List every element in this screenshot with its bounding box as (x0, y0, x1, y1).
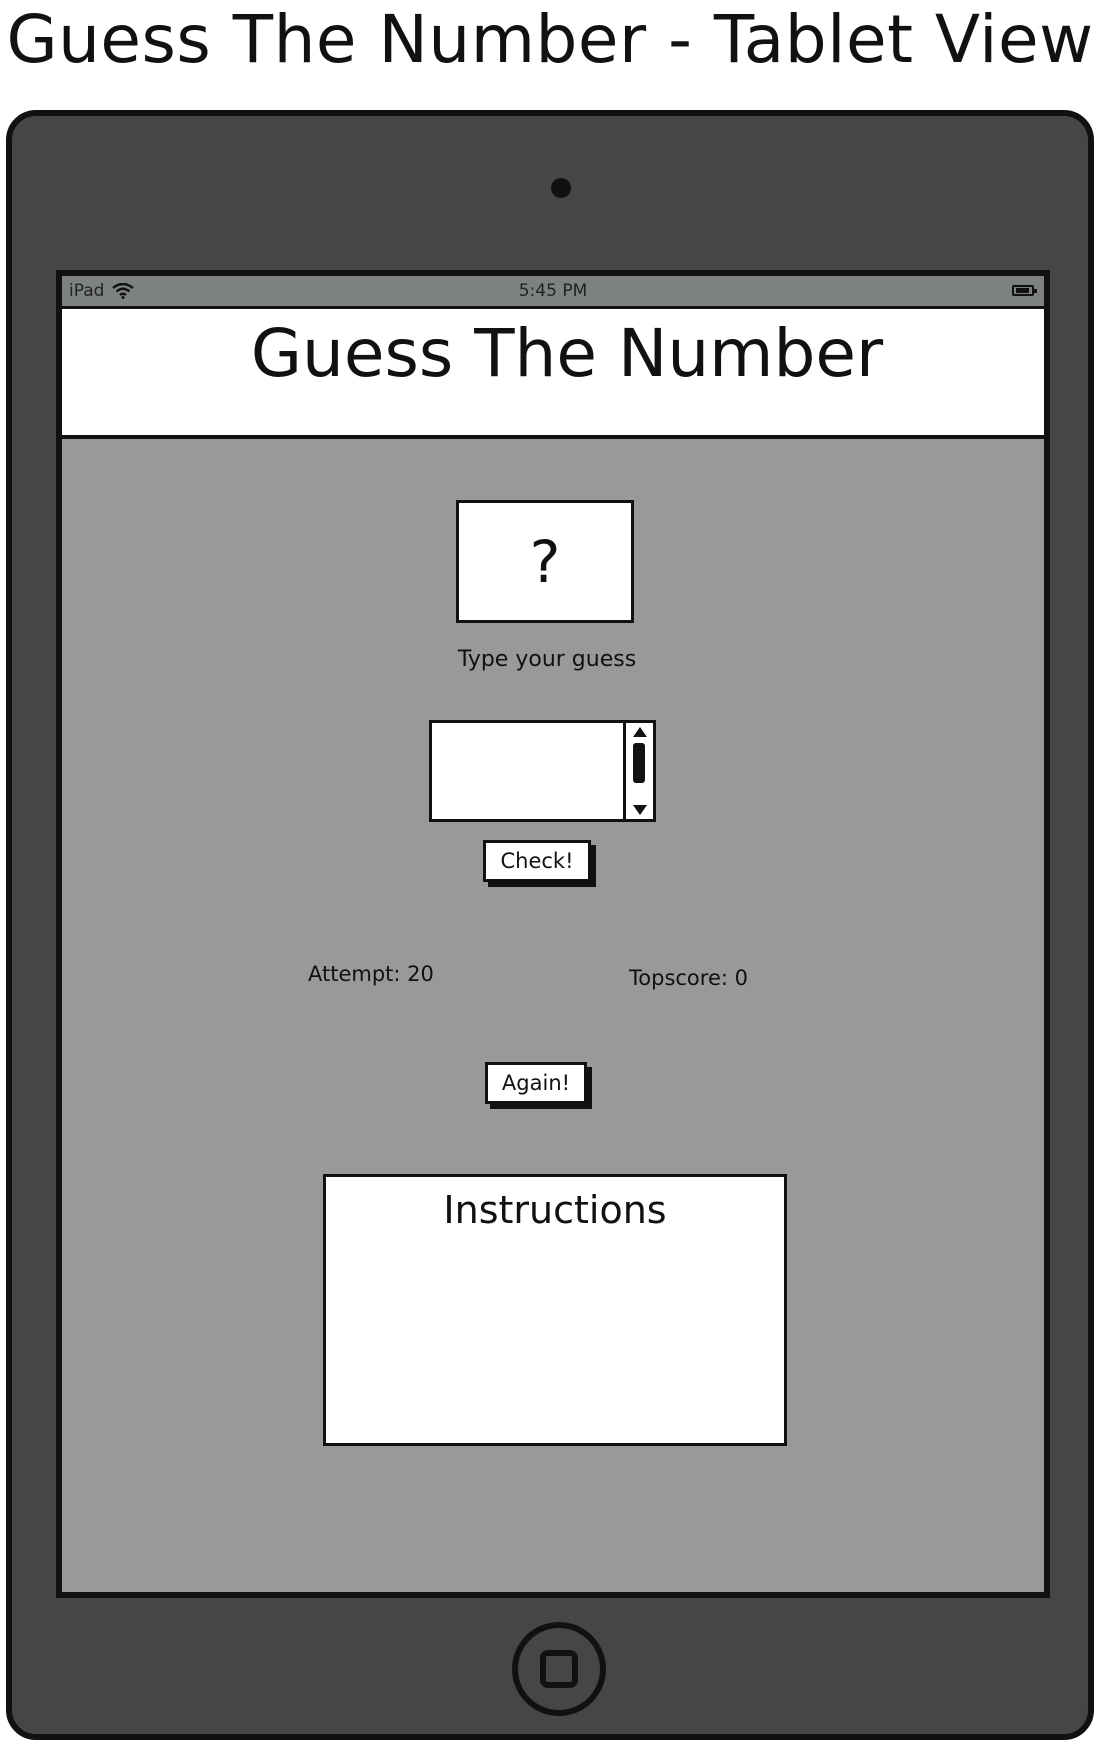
guess-number-field (429, 720, 656, 822)
check-button[interactable]: Check! (483, 840, 591, 882)
spinner-down-arrow-icon[interactable] (633, 805, 647, 815)
number-spinner[interactable] (623, 723, 653, 819)
app-title: Guess The Number (250, 315, 884, 392)
app-header: Guess The Number (62, 309, 1044, 439)
guess-label: Type your guess (457, 647, 637, 672)
guess-input[interactable] (432, 723, 622, 819)
again-button[interactable]: Again! (485, 1062, 587, 1104)
tablet-frame: iPad 5:45 PM Guess The Number ? Type you… (6, 110, 1094, 1740)
page-heading: Guess The Number - Tablet View (6, 1, 1094, 78)
status-time: 5:45 PM (518, 281, 588, 301)
spinner-up-arrow-icon[interactable] (633, 727, 647, 737)
home-button[interactable] (512, 1622, 606, 1716)
mystery-number-box: ? (456, 500, 634, 623)
camera-icon (551, 178, 571, 198)
instructions-panel: Instructions (323, 1174, 787, 1446)
tablet-screen: iPad 5:45 PM Guess The Number ? Type you… (56, 270, 1050, 1598)
topscore-display: Topscore: 0 (629, 966, 748, 990)
attempt-counter: Attempt: 20 (308, 962, 434, 986)
spinner-thumb[interactable] (633, 743, 645, 783)
battery-icon (1012, 285, 1037, 296)
status-bar: iPad 5:45 PM (62, 276, 1044, 309)
mystery-symbol: ? (529, 527, 561, 596)
instructions-title: Instructions (443, 1188, 667, 1232)
home-square-icon (540, 1650, 578, 1688)
